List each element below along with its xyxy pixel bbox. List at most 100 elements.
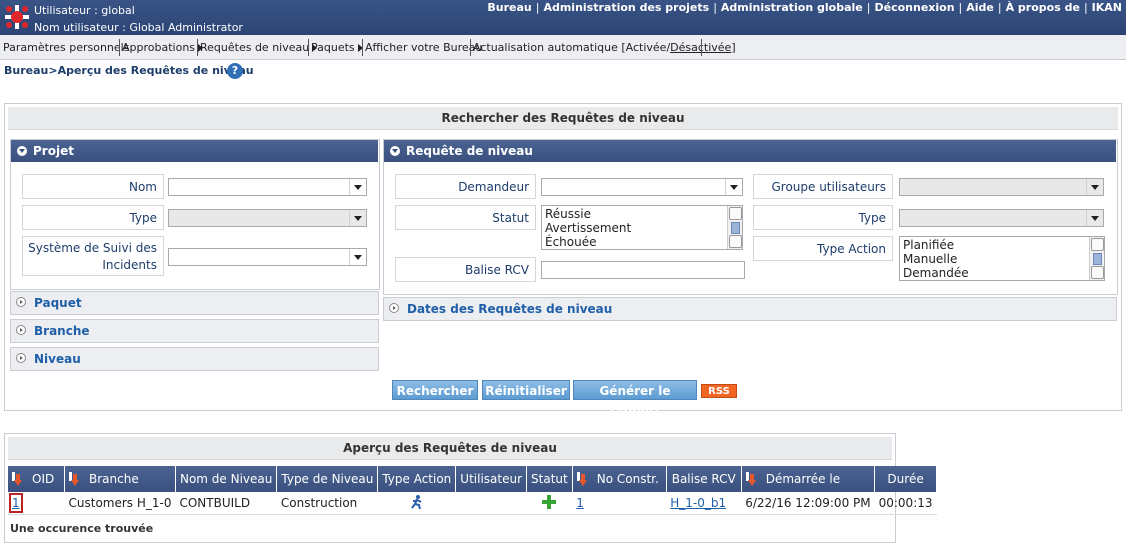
status-option[interactable]: Avertissement: [545, 221, 739, 235]
level-request-section-header[interactable]: Requête de niveau: [384, 140, 1116, 162]
cell-build-number: 1: [572, 492, 667, 515]
subnav-auto-refresh: Actualisation automatique [Activée/Désac…: [473, 41, 736, 54]
build-number-link[interactable]: 1: [576, 496, 584, 510]
user-info: Utilisateur : global Nom utilisateur : G…: [34, 2, 243, 36]
requester-select[interactable]: [541, 178, 743, 196]
column-user: Utilisateur: [455, 466, 528, 492]
vcr-tag-link[interactable]: H_1-0_b1: [670, 496, 726, 510]
column-vcr-tag: Balise RCV: [666, 466, 742, 492]
cell-user: [455, 492, 527, 515]
action-type-listbox[interactable]: Planifiée Manuelle Demandée: [899, 236, 1105, 281]
column-build-number[interactable]: No Constr.: [572, 466, 667, 492]
nav-ikan[interactable]: IKAN: [1092, 1, 1122, 14]
cell-vcr-tag: H_1-0_b1: [666, 492, 742, 515]
listbox-scrollbar[interactable]: [1089, 237, 1104, 280]
vcr-tag-input[interactable]: [541, 261, 745, 279]
top-navigation: Bureau | Administration des projets | Admini…: [487, 1, 1122, 14]
sort-icon[interactable]: [745, 472, 758, 486]
expand-icon: [16, 297, 26, 307]
chevron-down-icon: [349, 210, 366, 226]
results-table: OID Branche Nom de Niveau Type de Niveau…: [8, 466, 938, 515]
subnav-approvals[interactable]: Approbations: [122, 41, 204, 54]
collapse-icon: [390, 146, 400, 156]
expand-icon: [16, 325, 26, 335]
chevron-down-icon: [349, 179, 366, 195]
cell-status: [526, 492, 573, 515]
action-type-option[interactable]: Demandée: [903, 266, 1101, 280]
status-label: Statut: [395, 205, 536, 230]
action-type-option[interactable]: Manuelle: [903, 252, 1101, 266]
request-type-select[interactable]: [899, 209, 1104, 227]
project-name-select[interactable]: [168, 178, 367, 196]
issue-tracker-select[interactable]: [168, 248, 367, 266]
requester-label: Demandeur: [395, 174, 536, 199]
cell-action-type: [377, 492, 456, 515]
status-option[interactable]: Échouée: [545, 235, 739, 249]
request-type-label: Type: [753, 205, 893, 230]
chevron-down-icon: [349, 249, 366, 265]
chevron-down-icon: [1086, 179, 1103, 195]
project-section-header[interactable]: Projet: [11, 140, 378, 162]
nav-desktop[interactable]: Bureau: [487, 1, 531, 14]
user-group-label: Groupe utilisateurs: [753, 174, 893, 199]
nav-logout[interactable]: Déconnexion: [874, 1, 954, 14]
column-status: Statut: [526, 466, 573, 492]
chevron-down-icon: [725, 179, 742, 195]
column-action-type: Type Action: [377, 466, 457, 492]
results-count: Une occurence trouvée: [10, 522, 154, 535]
column-branch[interactable]: Branche: [64, 466, 176, 492]
nav-global-admin[interactable]: Administration globale: [721, 1, 863, 14]
breadcrumb: Bureau>Aperçu des Requêtes de niveau: [4, 64, 254, 77]
table-row: 1 Customers H_1-0 CONTBUILD Construction…: [8, 492, 937, 515]
status-listbox[interactable]: Réussie Avertissement Échouée: [541, 205, 743, 250]
cell-duration: 00:00:13: [874, 492, 937, 515]
vcr-tag-label: Balise RCV: [395, 257, 536, 282]
subnav-packages[interactable]: Paquets: [311, 41, 363, 54]
listbox-scrollbar[interactable]: [727, 206, 742, 249]
help-icon[interactable]: ?: [227, 63, 243, 79]
username-line: Nom utilisateur : Global Administrator: [34, 21, 243, 34]
column-level-name: Nom de Niveau: [175, 466, 278, 492]
status-option[interactable]: Réussie: [545, 207, 739, 221]
collapse-icon: [17, 146, 27, 156]
branch-section-header[interactable]: Branche: [10, 319, 379, 343]
cell-oid: 1: [8, 492, 65, 515]
results-header-row: OID Branche Nom de Niveau Type de Niveau…: [8, 466, 938, 492]
sort-icon[interactable]: [69, 472, 81, 486]
dates-section-header[interactable]: Dates des Requêtes de niveau: [383, 297, 1117, 321]
expand-icon: [389, 303, 399, 313]
package-section-header[interactable]: Paquet: [10, 291, 379, 315]
subnav-level-requests[interactable]: Requêtes de niveau: [200, 41, 318, 54]
chevron-down-icon: [1086, 210, 1103, 226]
nav-project-admin[interactable]: Administration des projets: [543, 1, 709, 14]
expand-icon: [16, 353, 26, 363]
column-started[interactable]: Démarrée le: [741, 466, 876, 492]
project-type-select[interactable]: [168, 209, 367, 227]
cell-level-name: CONTBUILD: [175, 492, 277, 515]
generate-report-button[interactable]: Générer le rapport: [573, 380, 697, 418]
nav-about[interactable]: À propos de: [1006, 1, 1080, 14]
sort-icon[interactable]: [576, 472, 589, 486]
level-section-header[interactable]: Niveau: [10, 347, 379, 371]
oid-link[interactable]: 1: [9, 493, 23, 513]
column-oid[interactable]: OID: [8, 466, 65, 492]
issue-tracker-label: Système de Suivi des Incidents: [22, 236, 164, 276]
top-bar: Utilisateur : global Nom utilisateur : G…: [0, 0, 1126, 35]
subnav-show-desktop[interactable]: Afficher votre Bureau: [365, 41, 482, 54]
column-duration: Durée: [874, 466, 938, 492]
rss-button[interactable]: RSS: [701, 384, 737, 398]
nav-help[interactable]: Aide: [966, 1, 994, 14]
green-plus-icon: [542, 494, 557, 509]
sort-icon[interactable]: [12, 472, 24, 486]
sub-navigation: Paramètres personnels Approbations Requê…: [0, 35, 1126, 60]
search-panel-title: Rechercher des Requêtes de niveau: [8, 107, 1118, 130]
search-button[interactable]: Rechercher: [392, 380, 478, 400]
results-panel-title: Aperçu des Requêtes de niveau: [8, 437, 892, 460]
user-group-select[interactable]: [899, 178, 1104, 196]
project-name-label: Nom: [22, 174, 164, 199]
action-type-option[interactable]: Planifiée: [903, 238, 1101, 252]
reset-button[interactable]: Réinitialiser: [482, 380, 570, 400]
subnav-personal-settings[interactable]: Paramètres personnels: [3, 41, 129, 54]
action-type-label: Type Action: [753, 236, 893, 261]
column-level-type: Type de Niveau: [276, 466, 379, 492]
